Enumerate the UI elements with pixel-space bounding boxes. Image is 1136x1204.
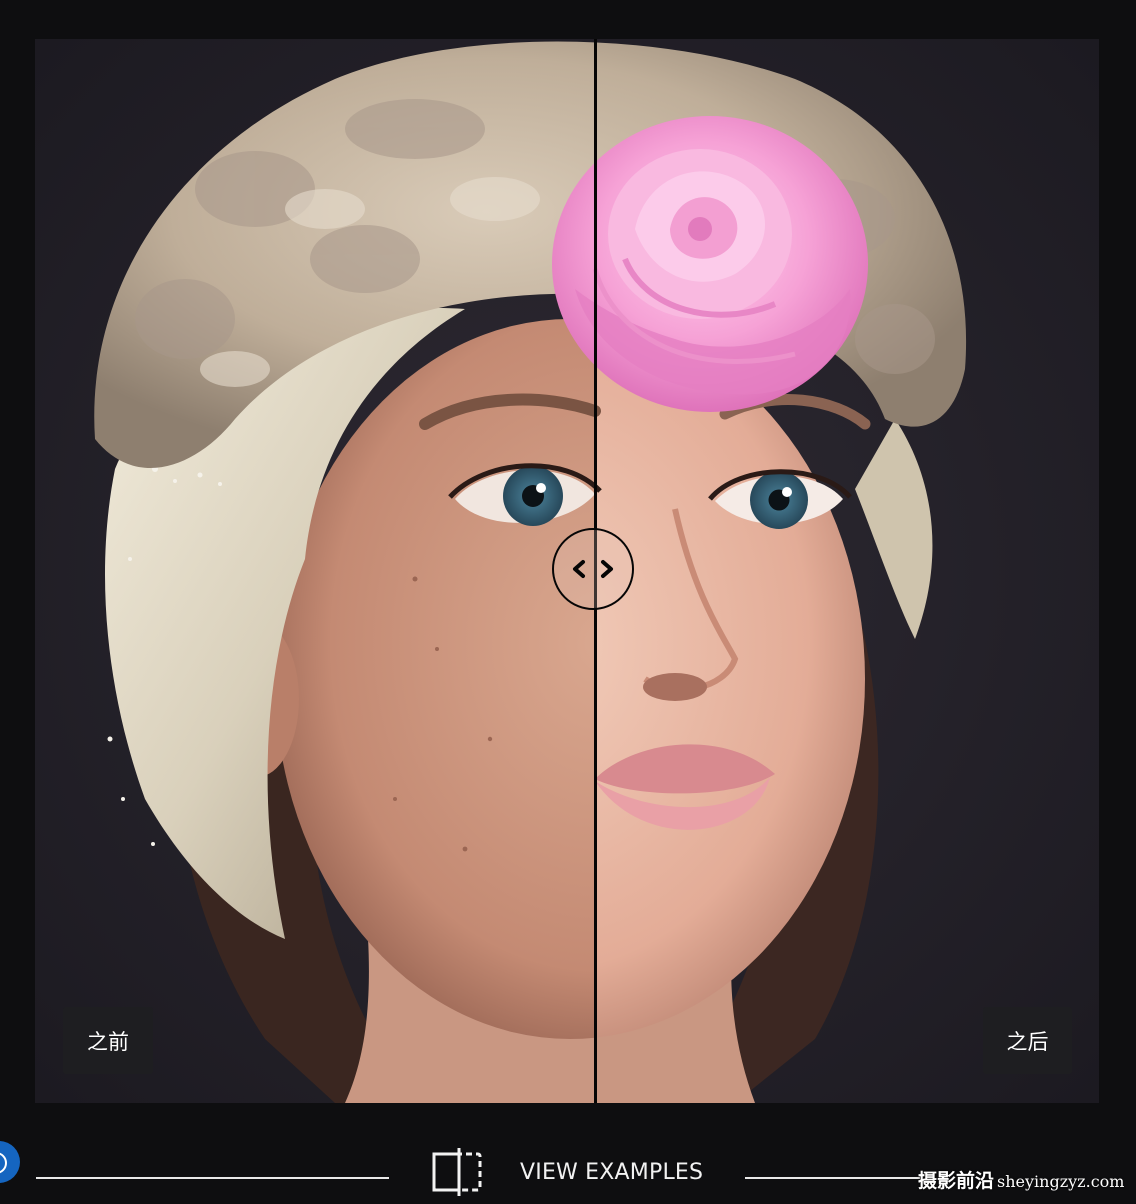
view-examples-label: VIEW EXAMPLES [520, 1159, 704, 1185]
watermark-latin: sheyingzyz.com [997, 1172, 1125, 1191]
footer-divider-right [745, 1177, 920, 1179]
chevron-left-right-icon [573, 560, 613, 578]
before-label-badge: 之前 [63, 1007, 153, 1074]
blue-round-button[interactable] [0, 1141, 20, 1183]
footer-divider-left [36, 1177, 389, 1179]
before-after-comparison[interactable]: 之前 之后 [35, 39, 1099, 1103]
watermark: 摄影前沿 sheyingzyz.com [918, 1166, 1124, 1193]
crop-selection-icon [432, 1148, 482, 1196]
comparison-slider-handle[interactable] [552, 528, 634, 610]
view-examples-button[interactable]: VIEW EXAMPLES [430, 1145, 703, 1199]
after-label: 之后 [1006, 1029, 1049, 1054]
before-label: 之前 [87, 1029, 129, 1054]
after-label-badge: 之后 [983, 1007, 1072, 1074]
watermark-chinese: 摄影前沿 [918, 1170, 995, 1192]
